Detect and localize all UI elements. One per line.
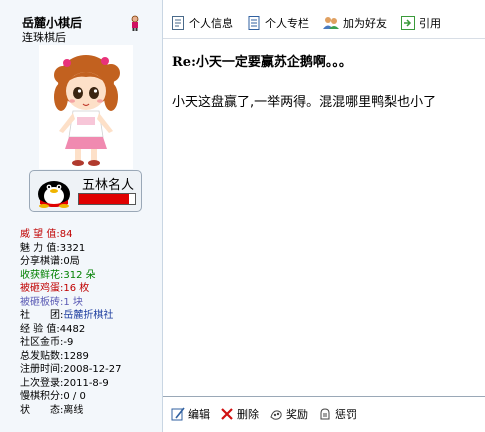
stat-value: 2011-8-9 <box>63 377 109 389</box>
stat-value: 312 朵 <box>63 269 96 281</box>
edit-label: 编辑 <box>188 408 210 421</box>
stat-value: -9 <box>63 337 74 348</box>
stat-label: 社 团: <box>20 310 64 321</box>
document-icon <box>248 16 260 30</box>
post-body: 小天这盘赢了,一举两得。混混哪里鸭梨也小了 <box>172 95 437 110</box>
forum-post: 岳麓小棋后 连珠棋后 五林名人 威 望 值:84 魅 力 值:3321 分享棋谱… <box>0 0 485 432</box>
user-stats: 威 望 值:84 魅 力 值:3321 分享棋谱:0局 收获鲜花:312 朵 被… <box>20 228 122 417</box>
stat-row: 分享棋谱:0局 <box>20 255 122 269</box>
stat-label: 总发贴数: <box>20 350 64 362</box>
user-info-panel: 岳麓小棋后 连珠棋后 五林名人 威 望 值:84 魅 力 值:3321 分享棋谱… <box>0 0 163 432</box>
stat-label: 慢棋积分: <box>20 391 64 402</box>
penguin-icon <box>38 181 70 208</box>
quote-button[interactable]: 引用 <box>401 15 441 31</box>
delete-icon <box>221 408 233 420</box>
stat-label: 威 望 值: <box>20 229 60 240</box>
header-divider <box>163 38 485 39</box>
rank-progress-fill <box>79 194 130 204</box>
avatar <box>39 45 133 169</box>
quote-icon <box>401 16 415 30</box>
stat-row: 经 验 值:4482 <box>20 323 122 337</box>
footer-divider <box>163 396 485 397</box>
stat-row: 总发贴数:1289 <box>20 350 122 364</box>
stat-label: 上次登录: <box>20 377 64 389</box>
profile-icon <box>172 16 184 30</box>
friends-icon <box>323 17 339 29</box>
reward-button[interactable]: 奖励 <box>269 406 308 422</box>
quote-label: 引用 <box>419 17 441 30</box>
rank-progress-bar <box>78 193 136 205</box>
profile-label: 个人信息 <box>189 17 233 30</box>
punish-icon <box>320 408 330 420</box>
post-actions: 编辑 删除 奖励 惩罚 <box>171 406 367 422</box>
add-friend-label: 加为好友 <box>343 17 387 30</box>
add-friend-button[interactable]: 加为好友 <box>323 15 387 31</box>
delete-button[interactable]: 删除 <box>220 406 259 422</box>
stat-value: 1289 <box>63 350 89 362</box>
column-label: 个人专栏 <box>265 17 309 30</box>
stat-row: 状 态:离线 <box>20 404 122 418</box>
stat-label: 被砸板砖: <box>20 296 64 308</box>
stat-row: 慢棋积分:0 / 0 <box>20 390 122 404</box>
stat-value: 0 / 0 <box>63 391 86 402</box>
stat-row: 威 望 值:84 <box>20 228 122 242</box>
stat-value: 1 块 <box>63 296 83 308</box>
stat-label: 分享棋谱: <box>20 256 64 267</box>
delete-label: 删除 <box>237 408 259 421</box>
punish-label: 惩罚 <box>335 408 357 421</box>
stat-label: 经 验 值: <box>20 323 60 335</box>
stat-label: 被砸鸡蛋: <box>20 283 64 294</box>
edit-button[interactable]: 编辑 <box>171 406 210 422</box>
stat-label: 收获鲜花: <box>20 269 64 281</box>
punish-button[interactable]: 惩罚 <box>318 406 357 422</box>
reward-icon <box>270 410 282 420</box>
user-title: 连珠棋后 <box>22 31 66 44</box>
stat-row: 社 团:岳麓折棋社 <box>20 309 122 323</box>
stat-value: 3321 <box>59 242 86 254</box>
rank-label: 五林名人 <box>82 178 135 193</box>
stat-label: 魅 力 值: <box>20 242 60 254</box>
stat-row: 社区金币:-9 <box>20 336 122 350</box>
reward-label: 奖励 <box>286 408 308 421</box>
stat-value: 16 枚 <box>63 283 90 294</box>
stat-row: 魅 力 值:3321 <box>20 242 122 256</box>
column-button[interactable]: 个人专栏 <box>247 15 309 31</box>
club-link[interactable]: 岳麓折棋社 <box>63 310 113 321</box>
stat-label: 社区金币: <box>20 337 64 348</box>
profile-button[interactable]: 个人信息 <box>171 15 233 31</box>
stat-value: 0局 <box>63 256 80 267</box>
post-title: Re:小天一定要赢苏企鹅啊。。。 <box>172 55 352 70</box>
female-icon <box>131 15 139 31</box>
stat-value: 84 <box>59 229 73 240</box>
stat-row: 注册时间:2008-12-27 <box>20 363 122 377</box>
stat-row: 被砸板砖:1 块 <box>20 296 122 310</box>
stat-value: 2008-12-27 <box>63 364 122 375</box>
stat-row: 收获鲜花:312 朵 <box>20 269 122 283</box>
stat-label: 注册时间: <box>20 364 64 375</box>
rank-badge: 五林名人 <box>29 170 142 212</box>
edit-icon <box>171 407 185 421</box>
stat-row: 被砸鸡蛋:16 枚 <box>20 282 122 296</box>
stat-value: 4482 <box>59 323 86 335</box>
post-toolbar: 个人信息 个人专栏 加为好友 引用 <box>171 14 455 32</box>
stat-value: 离线 <box>63 404 84 416</box>
stat-label: 状 态: <box>20 404 64 416</box>
stat-row: 上次登录:2011-8-9 <box>20 377 122 391</box>
